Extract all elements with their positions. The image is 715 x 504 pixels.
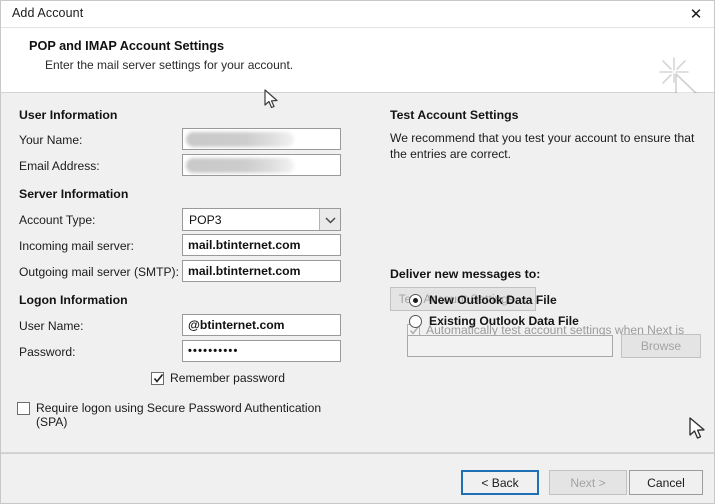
label-user-name: User Name:	[19, 319, 84, 333]
checkbox-box	[17, 402, 30, 415]
dialog-body: User Information Your Name: Email Addres…	[1, 93, 714, 503]
checkbox-box	[151, 372, 164, 385]
require-spa-label: Require logon using Secure Password Auth…	[36, 401, 322, 429]
label-email-address: Email Address:	[19, 159, 100, 173]
account-type-value: POP3	[189, 212, 222, 227]
user-name-input[interactable]: @btinternet.com	[182, 314, 341, 336]
remember-password-checkbox[interactable]: Remember password	[151, 371, 285, 385]
chevron-down-icon[interactable]	[319, 209, 340, 230]
radio-button	[409, 314, 422, 328]
account-type-select[interactable]: POP3	[182, 208, 341, 231]
section-logon-information: Logon Information	[19, 293, 128, 307]
radio-new-outlook-data-file[interactable]: New Outlook Data File	[409, 293, 557, 307]
section-test-account-settings: Test Account Settings	[390, 108, 519, 122]
test-account-description: We recommend that you test your account …	[390, 131, 695, 161]
email-address-input[interactable]	[182, 154, 341, 176]
page-subtitle: Enter the mail server settings for your …	[45, 58, 294, 72]
radio-existing-outlook-data-file[interactable]: Existing Outlook Data File	[409, 314, 579, 328]
redaction-bar	[186, 132, 294, 147]
label-outgoing-mail-server: Outgoing mail server (SMTP):	[19, 265, 179, 279]
your-name-input[interactable]	[182, 128, 341, 150]
page-title: POP and IMAP Account Settings	[29, 39, 225, 53]
add-account-dialog: Add Account ✕ POP and IMAP Account Setti…	[0, 0, 715, 504]
new-data-file-label: New Outlook Data File	[429, 293, 557, 307]
require-spa-checkbox[interactable]: Require logon using Secure Password Auth…	[17, 401, 347, 429]
label-account-type: Account Type:	[19, 213, 96, 227]
radio-button	[409, 293, 422, 307]
existing-data-file-path-input[interactable]	[407, 335, 613, 357]
label-your-name: Your Name:	[19, 133, 83, 147]
outgoing-mail-server-input[interactable]: mail.btinternet.com	[182, 260, 341, 282]
redaction-bar	[186, 158, 294, 173]
deliver-new-messages-title: Deliver new messages to:	[390, 267, 541, 281]
remember-password-label: Remember password	[170, 371, 285, 385]
password-input[interactable]: ••••••••••	[182, 340, 341, 362]
label-password: Password:	[19, 345, 76, 359]
incoming-mail-server-input[interactable]: mail.btinternet.com	[182, 234, 341, 256]
back-button[interactable]: < Back	[461, 470, 539, 495]
next-button[interactable]: Next >	[549, 470, 627, 495]
existing-data-file-label: Existing Outlook Data File	[429, 314, 579, 328]
title-bar: Add Account ✕	[1, 1, 714, 28]
section-server-information: Server Information	[19, 187, 129, 201]
dialog-header: POP and IMAP Account Settings Enter the …	[1, 28, 714, 111]
close-icon[interactable]: ✕	[684, 3, 708, 25]
dialog-footer: < Back Next > Cancel	[1, 453, 714, 503]
section-user-information: User Information	[19, 108, 118, 122]
cancel-button[interactable]: Cancel	[629, 470, 703, 495]
window-title: Add Account	[12, 6, 84, 20]
browse-button[interactable]: Browse	[621, 334, 701, 358]
label-incoming-mail-server: Incoming mail server:	[19, 239, 134, 253]
